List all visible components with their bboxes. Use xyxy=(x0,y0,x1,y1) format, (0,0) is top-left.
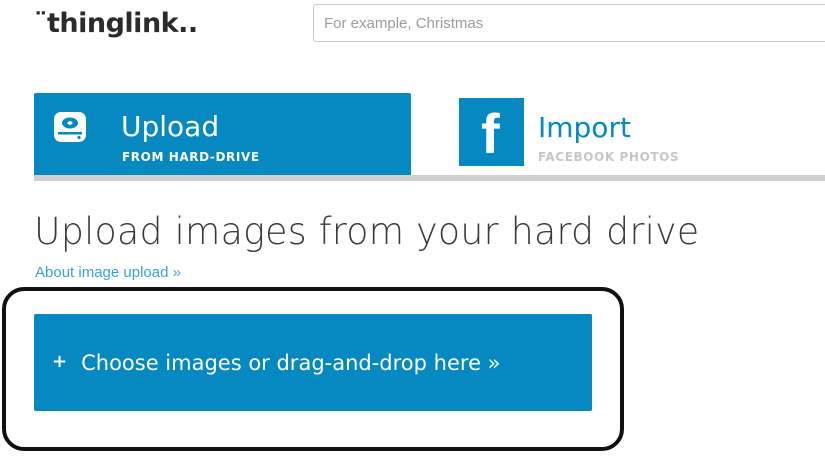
page-title: Upload images from your hard drive xyxy=(34,210,700,253)
tab-import-title: Import xyxy=(538,111,631,144)
facebook-f-glyph: f xyxy=(481,102,500,165)
tab-divider xyxy=(34,175,825,181)
thinglink-logo[interactable]: ¨thinglink.. xyxy=(34,8,198,39)
tab-upload[interactable]: Upload FROM HARD-DRIVE xyxy=(34,93,411,175)
about-image-upload-link[interactable]: About image upload » xyxy=(35,264,181,281)
hard-drive-icon xyxy=(52,109,88,145)
tab-upload-title: Upload xyxy=(121,110,220,143)
tab-import[interactable]: f Import FACEBOOK PHOTOS xyxy=(459,98,799,168)
upload-page: ¨thinglink.. Upload FROM HARD-DRIVE f Im… xyxy=(0,0,825,458)
plus-icon: + xyxy=(52,351,68,372)
tab-upload-subtitle: FROM HARD-DRIVE xyxy=(122,150,260,164)
tab-import-subtitle: FACEBOOK PHOTOS xyxy=(538,150,680,164)
choose-images-label: Choose images or drag-and-drop here » xyxy=(81,350,501,375)
facebook-icon: f xyxy=(459,98,524,166)
search-input[interactable] xyxy=(313,4,825,42)
choose-images-button[interactable]: + Choose images or drag-and-drop here » xyxy=(34,314,592,411)
